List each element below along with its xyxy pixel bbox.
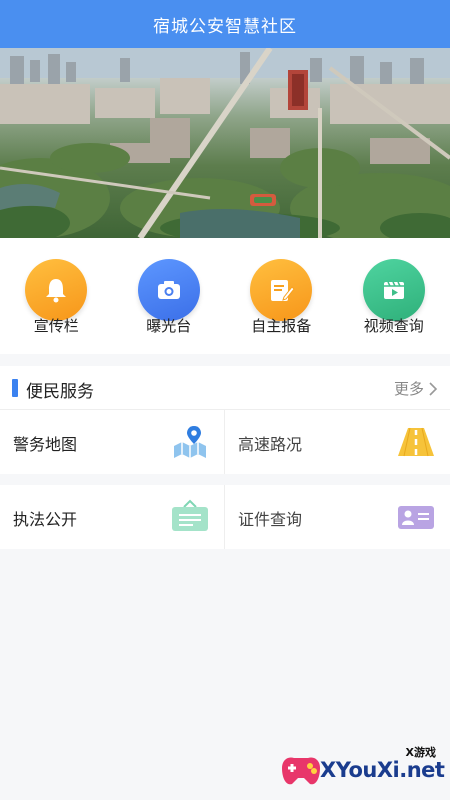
service-label: 高速路况	[238, 435, 303, 454]
service-label: 警务地图	[13, 435, 78, 454]
more-link[interactable]: 更多	[394, 378, 438, 399]
road-icon	[398, 427, 434, 457]
chevron-right-icon	[429, 381, 438, 396]
service-label: 执法公开	[13, 510, 78, 529]
site-watermark: X游戏 XYouXi.net	[272, 738, 450, 800]
quick-icon-bg	[362, 259, 425, 321]
quick-label: 自主报备	[251, 317, 312, 335]
gamepad-logo-icon	[282, 757, 320, 785]
quick-label: 宣传栏	[33, 317, 79, 335]
service-highway-status[interactable]: 高速路况	[225, 410, 450, 474]
quick-label: 曝光台	[146, 317, 192, 335]
service-law-enforcement[interactable]: 执法公开	[0, 485, 225, 549]
services-row: 警务地图 高速路况	[0, 410, 450, 474]
quick-item-self-report[interactable]: 自主报备	[225, 238, 338, 354]
service-id-query[interactable]: 证件查询	[225, 485, 450, 549]
service-label: 证件查询	[238, 510, 303, 529]
notice-board-icon	[172, 499, 208, 531]
services-header: 便民服务 更多	[0, 366, 450, 410]
bell-icon	[46, 279, 67, 303]
quick-icon-bg	[137, 259, 200, 321]
map-pin-icon	[174, 426, 206, 458]
city-aerial-banner[interactable]	[0, 48, 450, 238]
page-title: 宿城公安智慧社区	[153, 16, 297, 37]
quick-actions: 宣传栏 曝光台 自主报备 视频查询	[0, 238, 450, 354]
app-header: 宿城公安智慧社区	[0, 0, 450, 48]
quick-item-exposure[interactable]: 曝光台	[113, 238, 226, 354]
section-accent-bar	[12, 379, 18, 397]
video-icon	[383, 281, 404, 299]
services-row: 执法公开 证件查询	[0, 485, 450, 549]
quick-label: 视频查询	[363, 317, 424, 335]
quick-icon-bg	[25, 259, 88, 321]
city-aerial-image	[0, 48, 450, 238]
id-card-icon	[398, 506, 434, 529]
quick-item-promotion[interactable]: 宣传栏	[0, 238, 113, 354]
quick-icon-bg	[250, 259, 313, 321]
more-label: 更多	[393, 380, 424, 398]
quick-item-video-query[interactable]: 视频查询	[338, 238, 450, 354]
service-police-map[interactable]: 警务地图	[0, 410, 225, 474]
watermark-domain: XYouXi.net	[320, 758, 445, 782]
camera-icon	[157, 281, 180, 299]
section-title: 便民服务	[26, 382, 94, 402]
report-edit-icon	[271, 280, 295, 301]
